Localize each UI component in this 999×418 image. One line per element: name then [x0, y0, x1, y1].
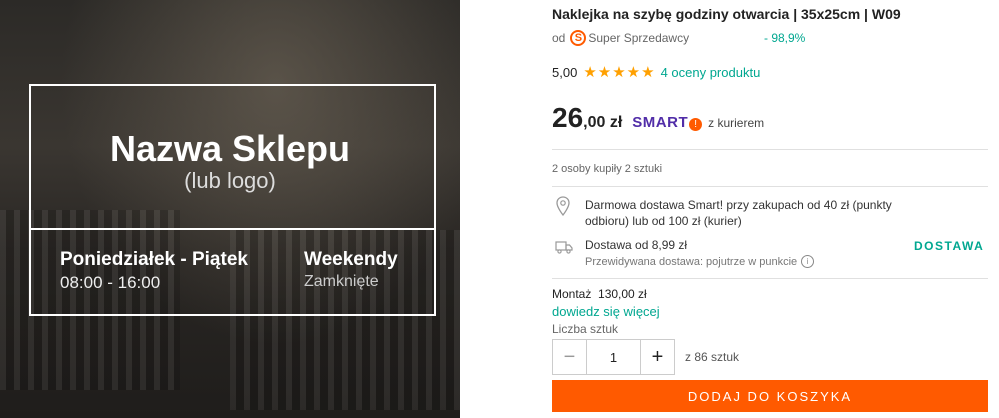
- price-decimal: ,00 zł: [583, 114, 623, 131]
- smart-badge: SMART: [632, 114, 689, 131]
- weekend-label: Weekendy: [304, 249, 398, 270]
- weekdays-hours: 08:00 - 16:00: [60, 273, 161, 292]
- rating-count-link[interactable]: 4 oceny produktu: [661, 65, 761, 80]
- weekend-status: Zamknięte: [304, 273, 379, 290]
- product-title: Naklejka na szybę godziny otwarcia | 35x…: [552, 6, 901, 22]
- price: 26 ,00 zł SMART ! z kurierem: [552, 102, 764, 134]
- add-to-cart-button[interactable]: DODAJ DO KOSZYKA: [552, 380, 988, 412]
- shop-name-text: Nazwa Sklepu: [109, 128, 351, 169]
- seller-rating-percent[interactable]: - 98,9%: [764, 31, 805, 45]
- quantity-plus-button[interactable]: +: [640, 340, 674, 374]
- quantity-label: Liczba sztuk: [552, 322, 619, 336]
- learn-more-link[interactable]: dowiedz się więcej: [552, 304, 660, 319]
- mount-price: Montaż 130,00 zł: [552, 287, 647, 301]
- smart-icon: !: [689, 118, 703, 131]
- weekdays-label: Poniedziałek - Piątek: [60, 249, 248, 270]
- sticker-frame-bottom: [29, 228, 436, 316]
- product-image[interactable]: Nazwa Sklepu (lub logo) Poniedziałek - P…: [0, 0, 460, 418]
- delivery-estimate: Przewidywana dostawa: pojutrze w punkcie…: [585, 255, 815, 268]
- smart-courier-text: z kurierem: [708, 116, 765, 130]
- rating-value: 5,00: [552, 64, 578, 80]
- divider: [552, 278, 988, 279]
- shop-logo-hint: (lub logo): [184, 168, 276, 193]
- divider: [552, 186, 988, 187]
- product-rating: 5,00 ★★★★★ 4 oceny produktu: [552, 63, 760, 81]
- seller-prefix: od: [552, 31, 566, 45]
- seller-name[interactable]: Super Sprzedawcy: [588, 31, 689, 45]
- truck-icon: [555, 241, 573, 254]
- seller-info: od S Super Sprzedawcy: [552, 30, 689, 46]
- location-pin-icon: [556, 196, 570, 216]
- quantity-input[interactable]: [587, 340, 640, 374]
- super-seller-icon: S: [570, 30, 587, 46]
- stock-count: z 86 sztuk: [685, 350, 740, 364]
- rating-stars-icon: ★★★★★: [583, 64, 656, 81]
- free-delivery-info: Darmowa dostawa Smart! przy zakupach od …: [585, 198, 892, 228]
- delivery-link[interactable]: DOSTAWA: [914, 239, 984, 253]
- divider: [552, 149, 988, 150]
- purchase-count: 2 osoby kupiły 2 sztuki: [552, 163, 663, 175]
- delivery-estimate-text: Przewidywana dostawa: pojutrze w punkcie: [585, 255, 798, 268]
- delivery-cost: Dostawa od 8,99 zł: [585, 238, 688, 252]
- quantity-minus-button[interactable]: −: [553, 340, 587, 374]
- info-icon[interactable]: i: [801, 255, 815, 268]
- price-integer: 26: [552, 102, 584, 133]
- quantity-stepper: − +: [552, 339, 675, 375]
